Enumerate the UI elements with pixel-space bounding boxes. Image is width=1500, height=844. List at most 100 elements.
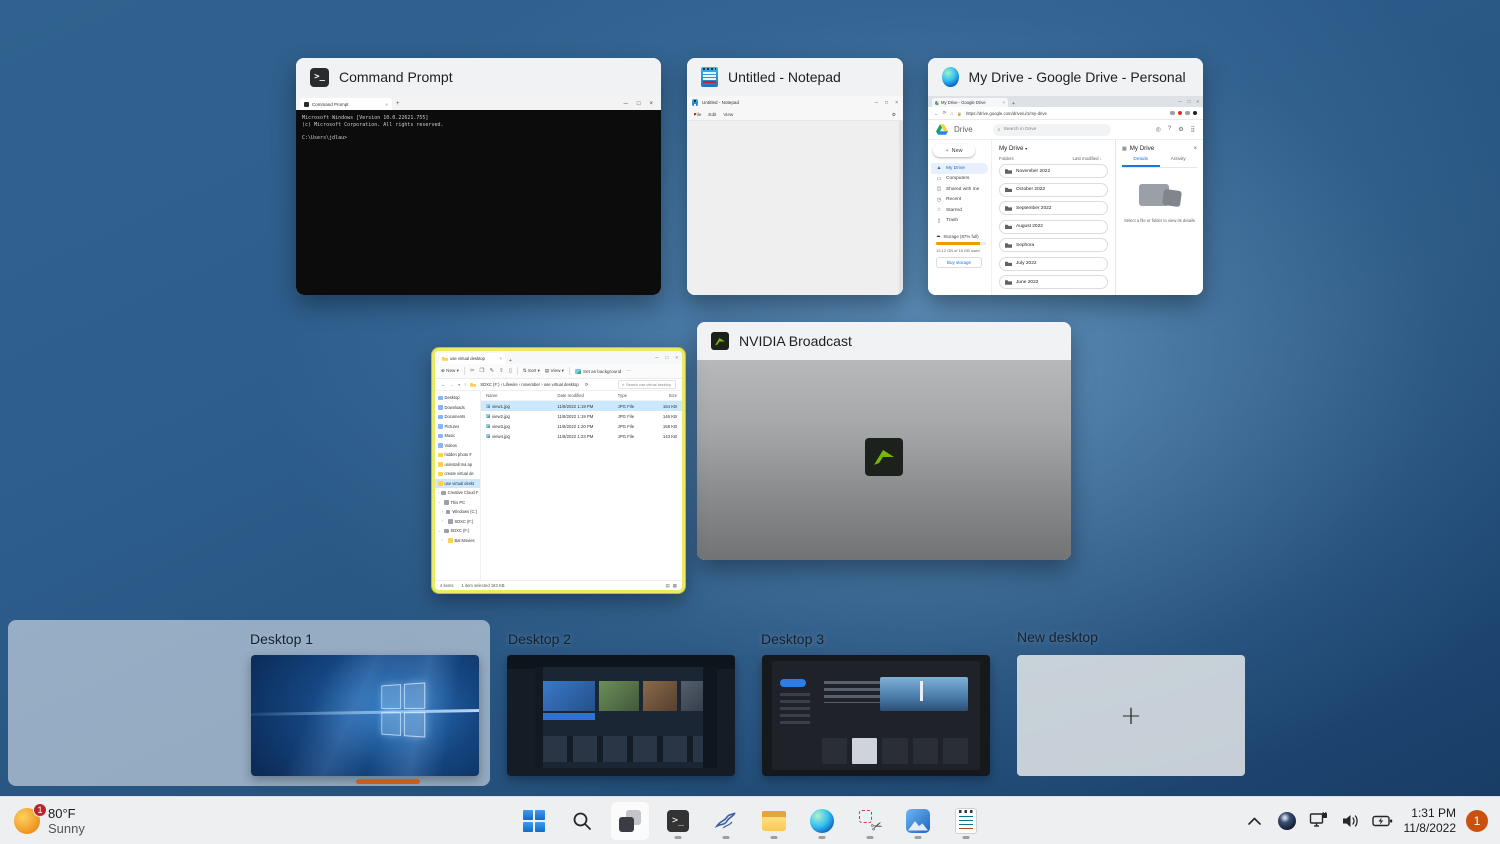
desktop-2-thumbnail[interactable] (507, 655, 735, 776)
tab-activity: Activity (1160, 157, 1198, 167)
hidden-icons-button[interactable] (1244, 806, 1266, 836)
share-icon: ⇪ (499, 368, 504, 374)
battery-charging-icon (1372, 814, 1393, 828)
settings-gear-icon: ⚙ (892, 112, 896, 118)
disc-icon (1278, 812, 1296, 830)
sketch-app-button[interactable] (706, 801, 746, 841)
start-button[interactable] (514, 801, 554, 841)
photos-button[interactable] (898, 801, 938, 841)
notepad-mini-icon (692, 99, 698, 106)
extension-icon (1170, 111, 1175, 116)
volume-button[interactable] (1340, 806, 1362, 836)
task-view-button[interactable] (610, 801, 650, 841)
plus-icon: + (1120, 701, 1142, 731)
running-indicator (867, 836, 874, 839)
sidebar-item-videos: Videos (435, 441, 480, 451)
notepad-button[interactable] (946, 801, 986, 841)
sidebar-item-sdxc: ›SDXC (F:) (435, 517, 480, 527)
window-title-bar: NVIDIA Broadcast (697, 322, 1071, 360)
nav-label: Recent (946, 197, 961, 202)
file-explorer-button[interactable] (754, 801, 794, 841)
image-file-icon (486, 414, 490, 418)
sidebar-item-sdxc-root: ⌄SDXC (F:) (435, 526, 480, 536)
maximize-icon: □ (637, 101, 641, 107)
tab-details: Details (1122, 157, 1160, 167)
view-button: ▤ View ▾ (545, 368, 564, 374)
rename-icon: ✎ (489, 368, 494, 374)
window-controls: ─ □ × (875, 100, 899, 106)
status-item-count: 4 items (440, 583, 454, 588)
folder-icon (1005, 242, 1012, 248)
url-text: https://drive.google.com/drive/u/1/my-dr… (966, 111, 1047, 116)
folder-name: August 2022 (1016, 224, 1043, 229)
tray-disc-button[interactable] (1276, 806, 1298, 836)
window-notepad[interactable]: Untitled - Notepad Untitled - Notepad ─ … (687, 58, 903, 295)
drive-nav-trash: ▯ Trash (931, 216, 988, 227)
new-desktop-label: New desktop (1017, 629, 1098, 645)
notification-badge[interactable]: 1 (1466, 810, 1488, 832)
battery-button[interactable] (1372, 806, 1394, 836)
drive-nav-computers: ▭ Computers (931, 174, 988, 185)
nav-label: Shared with me (946, 187, 979, 192)
folder-icon (1005, 168, 1012, 174)
window-nvidia-broadcast[interactable]: NVIDIA Broadcast (697, 322, 1071, 560)
explorer-status-bar: 4 items 1 item selected 163 KB ▤ ▦ (435, 580, 682, 590)
drive-nav-shared: ◫ Shared with me (931, 184, 988, 195)
desktop-3-thumbnail[interactable] (762, 655, 990, 776)
browser-tab-label: My Drive - Google Drive (941, 100, 986, 105)
edge-thumbnail: My Drive - Google Drive × + ─ □ × ← ⟳ ⌂ … (928, 96, 1203, 295)
nav-label: Trash (946, 218, 958, 223)
terminal-button[interactable]: >_ (658, 801, 698, 841)
maximize-icon: □ (1188, 99, 1191, 104)
window-file-explorer-selected[interactable]: use virtual desktop × + ─ □ × ⊕ New ▾ ✂ … (432, 348, 685, 593)
drive-search-box: ⌕ Search in Drive (993, 124, 1111, 136)
drive-search-placeholder: Search in Drive (1003, 127, 1036, 132)
snipping-tool-button[interactable]: ✂ (850, 801, 890, 841)
profile-avatar (1193, 111, 1198, 116)
monitor-plug-icon (1309, 812, 1329, 830)
storage-label: Storage (87% full) (943, 234, 978, 239)
folder-icon (442, 356, 448, 361)
home-icon: ⌂ (950, 111, 953, 116)
network-button[interactable] (1308, 806, 1330, 836)
folder-name: Sephora (1016, 243, 1034, 248)
windows-start-icon (523, 810, 545, 832)
taskbar: 1 80°F Sunny >_ (0, 796, 1500, 844)
folder-name: September 2022 (1016, 206, 1051, 211)
notepad-title-text: Untitled - Notepad (702, 100, 739, 105)
new-desktop-button[interactable]: + (1017, 655, 1245, 776)
chevron-up-icon (1248, 817, 1261, 825)
edge-button[interactable] (802, 801, 842, 841)
window-command-prompt[interactable]: >_ Command Prompt Command Prompt × + ─ □… (296, 58, 661, 295)
tab-close-icon: × (1003, 100, 1005, 105)
maximize-icon: □ (666, 355, 669, 360)
desktop-1-thumbnail[interactable] (251, 655, 479, 776)
folder-icon (1005, 205, 1012, 211)
grid-icon: ▦ (1122, 146, 1127, 152)
drive-folder-chip: August 2022 (999, 220, 1108, 234)
weather-widget[interactable]: 1 80°F Sunny (0, 797, 99, 844)
running-indicator (915, 836, 922, 839)
window-edge-google-drive[interactable]: My Drive - Google Drive - Personal - Mic… (928, 58, 1203, 295)
forward-icon: → (450, 382, 455, 387)
clock[interactable]: 1:31 PM 11/8/2022 (1404, 806, 1457, 836)
terminal-tab-label: Command Prompt (312, 102, 349, 107)
new-button-label: New (952, 148, 963, 154)
window-title-bar: Untitled - Notepad (687, 58, 903, 96)
more-icon: ⋯ (626, 368, 631, 374)
browser-tab-strip: My Drive - Google Drive × + ─ □ × (928, 96, 1203, 107)
image-icon (575, 369, 581, 374)
sort-button: ⇅ Sort ▾ (523, 368, 540, 374)
nav-label: My Drive (946, 166, 965, 171)
new-tab-icon: + (1012, 101, 1015, 107)
search-button[interactable] (562, 801, 602, 841)
sidebar-item-pictures: Pictures (435, 422, 480, 432)
status-selection: 1 item selected 163 KB (462, 583, 505, 588)
new-button: ⊕ New ▾ (441, 368, 459, 374)
sidebar-item-documents: Documents (435, 412, 480, 422)
folder-icon (1005, 187, 1012, 193)
sidebar-item-windows-c: ›Windows (C:) (435, 507, 480, 517)
drive-storage-section: ☁ Storage (87% full) 13.12 GB of 15 GB u… (931, 233, 988, 268)
explorer-tab: use virtual desktop × (439, 353, 505, 364)
chevron-down-icon: ▾ (1025, 146, 1027, 151)
